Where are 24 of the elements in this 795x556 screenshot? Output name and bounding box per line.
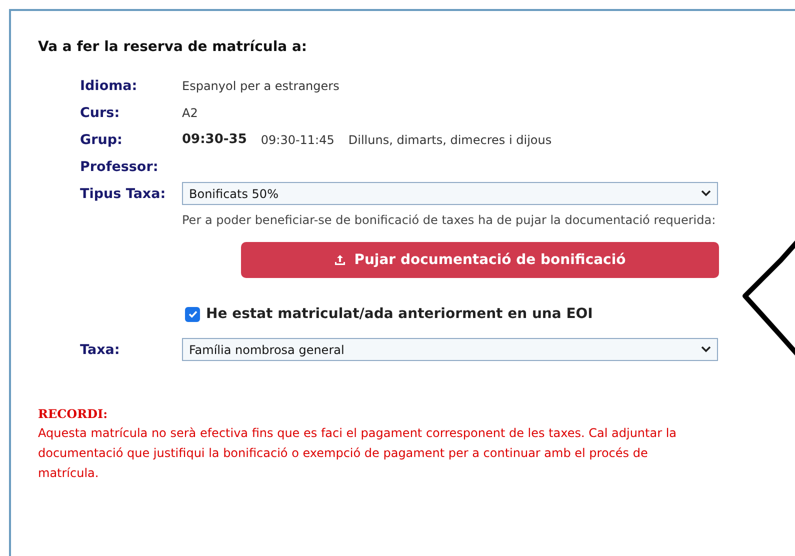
upload-icon [334, 254, 346, 266]
field-label: Curs: [80, 104, 121, 120]
checkbox-label: He estat matriculat/ada anteriorment en una EOI [206, 306, 593, 322]
reminder-text: Aquesta matrícula no serà efectiva fins que es faci el pagament corresponent de les taxes. Cal adjuntar la documentació que justifiqui la bonificació o exempció de pagament per a continuar amb el procés de matrícula. [38, 425, 678, 482]
reminder-title: RECORDI: [38, 407, 109, 421]
field-value: 09:30-11:45 [260, 132, 334, 146]
field-label: Tipus Taxa: [80, 186, 167, 202]
chevron-down-icon [701, 190, 711, 197]
field-label: Grup: [80, 132, 124, 148]
chevron-down-icon [701, 346, 711, 353]
field-value: A2 [182, 106, 198, 120]
form-heading: Va a fer la reserva de matrícula a: [38, 39, 308, 55]
field-value: 09:30-35 [182, 132, 247, 147]
help-text: Per a poder beneficiar-se de bonificació de taxes ha de pujar la documentació requerida: [182, 212, 717, 229]
field-label: Idioma: [80, 78, 138, 94]
field-value: Espanyol per a estrangers [182, 78, 340, 92]
upload-button[interactable]: Pujar documentació de bonificació [241, 242, 719, 278]
fee-dropdown[interactable]: Família nombrosa general [182, 338, 718, 361]
checkbox[interactable] [185, 306, 200, 322]
checkmark-icon [186, 308, 198, 320]
field-label: Professor: [80, 158, 160, 174]
fee-type-dropdown[interactable]: Bonificats 50% [182, 182, 718, 205]
field-value: Dilluns, dimarts, dimecres i dijous [348, 132, 552, 146]
field-label: Taxa: [80, 342, 121, 358]
